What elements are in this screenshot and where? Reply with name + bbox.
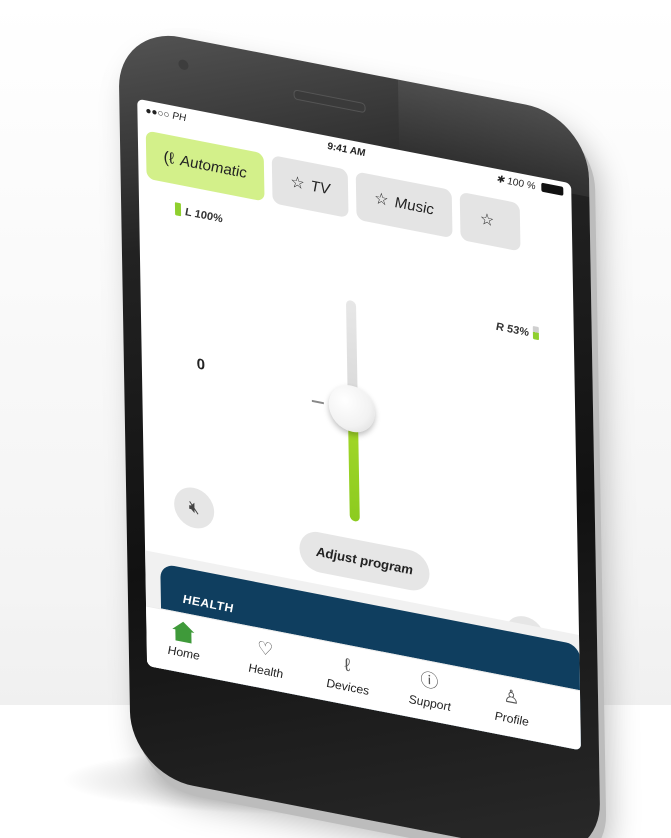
star-icon: ☆	[374, 190, 389, 210]
battery-icon	[541, 182, 564, 196]
mute-button[interactable]: 🔇︎	[173, 483, 215, 532]
nav-support[interactable]: ⓘ Support	[394, 663, 465, 717]
battery-icon	[174, 202, 182, 217]
nav-health[interactable]: ♡ Health	[230, 631, 301, 685]
phone-device: ●●○○ PH 9:41 AM ✱ 100 % (ℓ Automatic ☆ TV …	[118, 25, 601, 838]
star-icon: ☆	[290, 173, 305, 194]
right-battery-label: R 53%	[495, 320, 530, 340]
slider-zero-tick	[311, 399, 324, 405]
nav-label: Profile	[494, 708, 529, 730]
tab-tv[interactable]: ☆ TV	[271, 155, 349, 219]
app-screen: ●●○○ PH 9:41 AM ✱ 100 % (ℓ Automatic ☆ TV …	[137, 98, 582, 751]
hearing-aid-icon: ℓ	[344, 654, 351, 676]
tab-label: Music	[394, 193, 435, 219]
tab-music[interactable]: ☆ Music	[355, 171, 453, 239]
tab-label: Automatic	[179, 152, 247, 183]
battery-percent: 100 %	[507, 175, 536, 193]
tab-label: TV	[310, 177, 331, 199]
ear-icon: (ℓ	[163, 148, 175, 168]
speaker-muted-icon: 🔇︎	[188, 496, 200, 519]
nav-label: Health	[248, 660, 284, 682]
person-icon: ♙	[503, 685, 520, 709]
nav-devices[interactable]: ℓ Devices	[312, 647, 383, 701]
nav-label: Home	[167, 642, 200, 664]
right-battery: R 53%	[496, 319, 543, 342]
heart-icon: ♡	[257, 637, 274, 661]
home-icon	[172, 619, 195, 644]
nav-home[interactable]: Home	[148, 615, 219, 667]
volume-slider-handle[interactable]	[328, 381, 376, 437]
clock: 9:41 AM	[327, 140, 366, 160]
tab-more[interactable]: ☆	[459, 191, 521, 252]
help-icon: ⓘ	[420, 669, 439, 693]
battery-icon	[532, 325, 540, 341]
left-battery: L 100%	[171, 201, 223, 225]
volume-value: 0	[196, 355, 206, 375]
nav-profile[interactable]: ♙ Profile	[476, 679, 547, 733]
star-icon: ☆	[479, 210, 495, 231]
carrier-label: ●●○○ PH	[145, 105, 187, 125]
nav-label: Support	[408, 691, 451, 715]
health-card-title: HEALTH	[182, 591, 234, 616]
left-battery-label: L 100%	[184, 206, 223, 226]
bluetooth-icon: ✱	[495, 173, 505, 187]
nav-label: Devices	[326, 675, 370, 699]
